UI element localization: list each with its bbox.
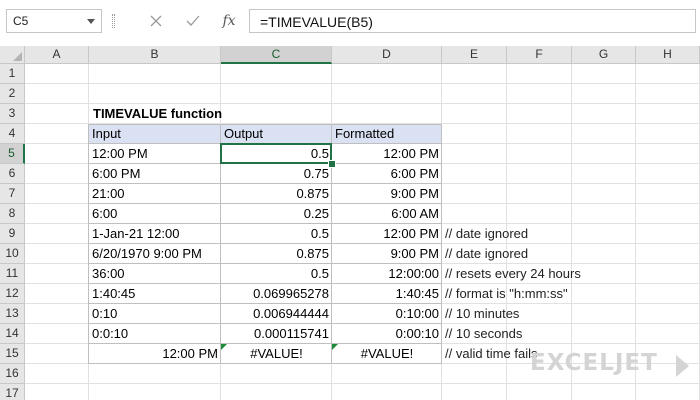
row-header-8[interactable]: 8 — [0, 204, 25, 224]
row-header-13[interactable]: 13 — [0, 304, 25, 324]
row-header-12[interactable]: 12 — [0, 284, 25, 304]
note-cell[interactable]: // 10 minutes — [442, 304, 672, 324]
select-all-icon — [13, 52, 22, 61]
output-cell[interactable]: 0.5 — [221, 264, 332, 284]
output-cell[interactable]: 0.069965278 — [221, 284, 332, 304]
row-header-10[interactable]: 10 — [0, 244, 25, 264]
logo-text: EXCELJET — [530, 350, 658, 376]
row-header-1[interactable]: 1 — [0, 64, 25, 84]
exceljet-logo: EXCELJET — [530, 350, 690, 380]
note-cell[interactable]: // date ignored — [442, 224, 672, 244]
input-cell[interactable]: 6:00 — [89, 204, 221, 224]
row-header-16[interactable]: 16 — [0, 364, 25, 384]
error-indicator-icon[interactable] — [221, 344, 227, 350]
formula-text: =TIMEVALUE(B5) — [260, 14, 373, 30]
table-header-cell[interactable]: Formatted — [332, 124, 442, 144]
column-header-f[interactable]: F — [507, 46, 572, 64]
row-header-7[interactable]: 7 — [0, 184, 25, 204]
gridline-horizontal — [25, 383, 700, 384]
output-cell[interactable]: 0.75 — [221, 164, 332, 184]
output-cell[interactable]: 0.006944444 — [221, 304, 332, 324]
column-header-h[interactable]: H — [636, 46, 700, 64]
name-box-value: C5 — [13, 14, 29, 28]
note-cell[interactable]: // resets every 24 hours — [442, 264, 672, 284]
sheet-title[interactable]: TIMEVALUE function — [90, 104, 250, 124]
formatted-cell[interactable]: 6:00 AM — [332, 204, 442, 224]
gridline-horizontal — [25, 83, 700, 84]
row-header-3[interactable]: 3 — [0, 104, 25, 124]
column-header-e[interactable]: E — [442, 46, 507, 64]
column-header-g[interactable]: G — [572, 46, 636, 64]
row-header-4[interactable]: 4 — [0, 124, 25, 144]
formula-bar: C5 fx =TIMEVALUE(B5) — [0, 0, 700, 46]
select-all-button[interactable] — [0, 46, 25, 64]
input-cell[interactable]: 0:0:10 — [89, 324, 221, 344]
column-header-b[interactable]: B — [89, 46, 221, 64]
check-icon[interactable] — [180, 8, 206, 34]
row-header-15[interactable]: 15 — [0, 344, 25, 364]
active-cell-border — [220, 143, 332, 164]
formatted-cell[interactable]: 9:00 PM — [332, 184, 442, 204]
row-header-2[interactable]: 2 — [0, 84, 25, 104]
formatted-cell[interactable]: 0:00:10 — [332, 324, 442, 344]
note-cell[interactable]: // format is "h:mm:ss" — [442, 284, 672, 304]
row-header-6[interactable]: 6 — [0, 164, 25, 184]
logo-arrow-icon — [676, 355, 689, 377]
output-cell[interactable]: #VALUE! — [221, 344, 332, 364]
input-cell[interactable]: 21:00 — [89, 184, 221, 204]
name-box[interactable]: C5 — [6, 9, 102, 33]
output-cell[interactable]: 0.25 — [221, 204, 332, 224]
output-cell[interactable]: 0.875 — [221, 184, 332, 204]
row-header-9[interactable]: 9 — [0, 224, 25, 244]
chevron-down-icon[interactable] — [87, 19, 95, 24]
formatted-cell[interactable]: 12:00 PM — [332, 144, 442, 164]
input-cell[interactable]: 1:40:45 — [89, 284, 221, 304]
row-header-11[interactable]: 11 — [0, 264, 25, 284]
x-icon[interactable] — [143, 8, 169, 34]
column-header-d[interactable]: D — [332, 46, 442, 64]
error-indicator-icon[interactable] — [332, 344, 338, 350]
row-header-5[interactable]: 5 — [0, 144, 25, 164]
column-header-c[interactable]: C — [221, 46, 332, 64]
fx-icon[interactable]: fx — [216, 8, 242, 34]
formatted-cell[interactable]: #VALUE! — [332, 344, 442, 364]
formatted-cell[interactable]: 6:00 PM — [332, 164, 442, 184]
row-header-17[interactable]: 17 — [0, 384, 25, 400]
formatted-cell[interactable]: 12:00:00 — [332, 264, 442, 284]
input-cell[interactable]: 6/20/1970 9:00 PM — [89, 244, 221, 264]
input-cell[interactable]: 12:00 PM — [89, 144, 221, 164]
formatted-cell[interactable]: 12:00 PM — [332, 224, 442, 244]
row-header-14[interactable]: 14 — [0, 324, 25, 344]
fill-handle[interactable] — [328, 160, 336, 168]
output-cell[interactable]: 0.5 — [221, 224, 332, 244]
input-cell[interactable]: 1-Jan-21 12:00 — [89, 224, 221, 244]
table-header-cell[interactable]: Input — [89, 124, 221, 144]
output-cell[interactable]: 0.000115741 — [221, 324, 332, 344]
note-cell[interactable]: // 10 seconds — [442, 324, 672, 344]
input-cell[interactable]: 12:00 PM — [89, 344, 221, 364]
output-cell[interactable]: 0.875 — [221, 244, 332, 264]
column-header-a[interactable]: A — [25, 46, 89, 64]
input-cell[interactable]: 36:00 — [89, 264, 221, 284]
formatted-cell[interactable]: 9:00 PM — [332, 244, 442, 264]
formula-input[interactable]: =TIMEVALUE(B5) — [249, 9, 696, 33]
note-cell[interactable]: // date ignored — [442, 244, 672, 264]
input-cell[interactable]: 0:10 — [89, 304, 221, 324]
formatted-cell[interactable]: 1:40:45 — [332, 284, 442, 304]
formula-bar-grip[interactable] — [112, 14, 115, 28]
table-header-cell[interactable]: Output — [221, 124, 332, 144]
input-cell[interactable]: 6:00 PM — [89, 164, 221, 184]
worksheet-grid: ABCDEFGH 1 2 3 4 5 6 7 8 9 10 11 12 13 14 15 16 17 TIMEV… — [0, 46, 700, 400]
formatted-cell[interactable]: 0:10:00 — [332, 304, 442, 324]
